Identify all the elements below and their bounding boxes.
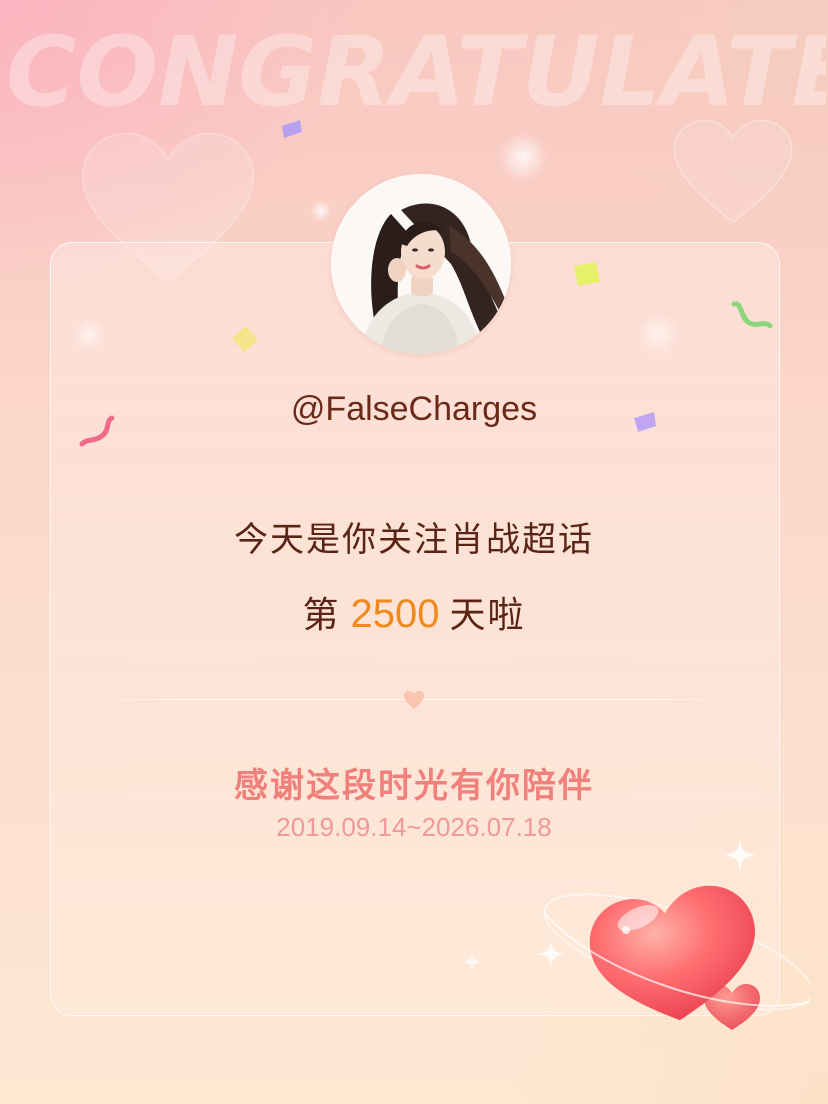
congratulate-banner: CONGRATULATE: [6, 22, 826, 122]
confetti-icon: [731, 301, 773, 329]
background-heart-icon: [673, 119, 793, 223]
date-range: 2019.09.14~2026.07.18: [276, 812, 552, 842]
day-count-number: 2500: [350, 592, 440, 636]
avatar[interactable]: [331, 174, 511, 354]
day-count-prefix: 第: [302, 595, 341, 636]
heart-icon: [543, 885, 810, 1030]
small-heart-icon: [404, 691, 424, 709]
thanks-message: 感谢这段时光有你陪伴: [234, 766, 594, 806]
bokeh-glow: [310, 200, 332, 222]
confetti-icon: [574, 262, 600, 286]
username: @FalseCharges: [290, 390, 538, 428]
day-count-message: 第 2500 天啦: [0, 586, 828, 638]
confetti-icon: [232, 326, 258, 352]
day-count-suffix: 天啦: [449, 595, 526, 636]
bokeh-glow: [498, 132, 548, 182]
confetti-icon: [282, 120, 302, 138]
follow-message: 今天是你关注肖战超话: [234, 520, 594, 560]
sparkle-icon: [462, 952, 482, 972]
